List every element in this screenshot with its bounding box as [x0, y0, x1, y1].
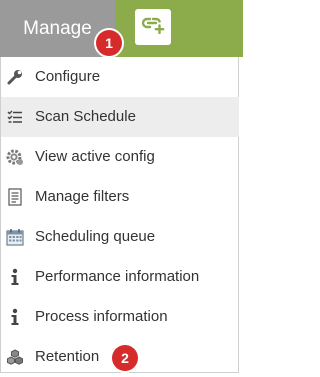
list-check-icon: [5, 107, 25, 127]
menu-item-label: Process information: [35, 308, 168, 325]
menu-item-label: Manage filters: [35, 188, 130, 205]
manage-dropdown-menu: Configure Scan Schedule View active conf: [0, 57, 239, 373]
menu-item-process-information[interactable]: Process information: [1, 297, 239, 337]
link-plus-icon: [141, 16, 165, 39]
step-badge-1: 1: [96, 30, 122, 56]
menu-item-label: Retention: [35, 348, 100, 365]
top-toolbar: Manage: [0, 0, 243, 57]
menu-item-label: Scheduling queue: [35, 228, 156, 245]
menu-item-label: Performance information: [35, 268, 200, 285]
wrench-icon: [5, 67, 25, 87]
calendar-icon: [5, 227, 25, 247]
manage-tab-label: Manage: [23, 17, 92, 39]
menu-item-label: View active config: [35, 148, 155, 165]
menu-item-scan-schedule[interactable]: Scan Schedule: [1, 97, 239, 137]
info-icon: [5, 267, 25, 287]
menu-item-performance-information[interactable]: Performance information: [1, 257, 239, 297]
menu-item-label: Configure: [35, 68, 101, 85]
menu-item-manage-filters[interactable]: Manage filters: [1, 177, 239, 217]
menu-item-view-active-config[interactable]: View active config: [1, 137, 239, 177]
cubes-icon: [5, 347, 25, 367]
gear-icon: [5, 147, 25, 167]
menu-item-configure[interactable]: Configure: [1, 57, 239, 97]
info-icon: [5, 307, 25, 327]
step-badge-2: 2: [112, 345, 138, 371]
document-icon: [5, 187, 25, 207]
add-link-button[interactable]: [135, 9, 171, 45]
menu-item-scheduling-queue[interactable]: Scheduling queue: [1, 217, 239, 257]
menu-item-label: Scan Schedule: [35, 108, 136, 125]
